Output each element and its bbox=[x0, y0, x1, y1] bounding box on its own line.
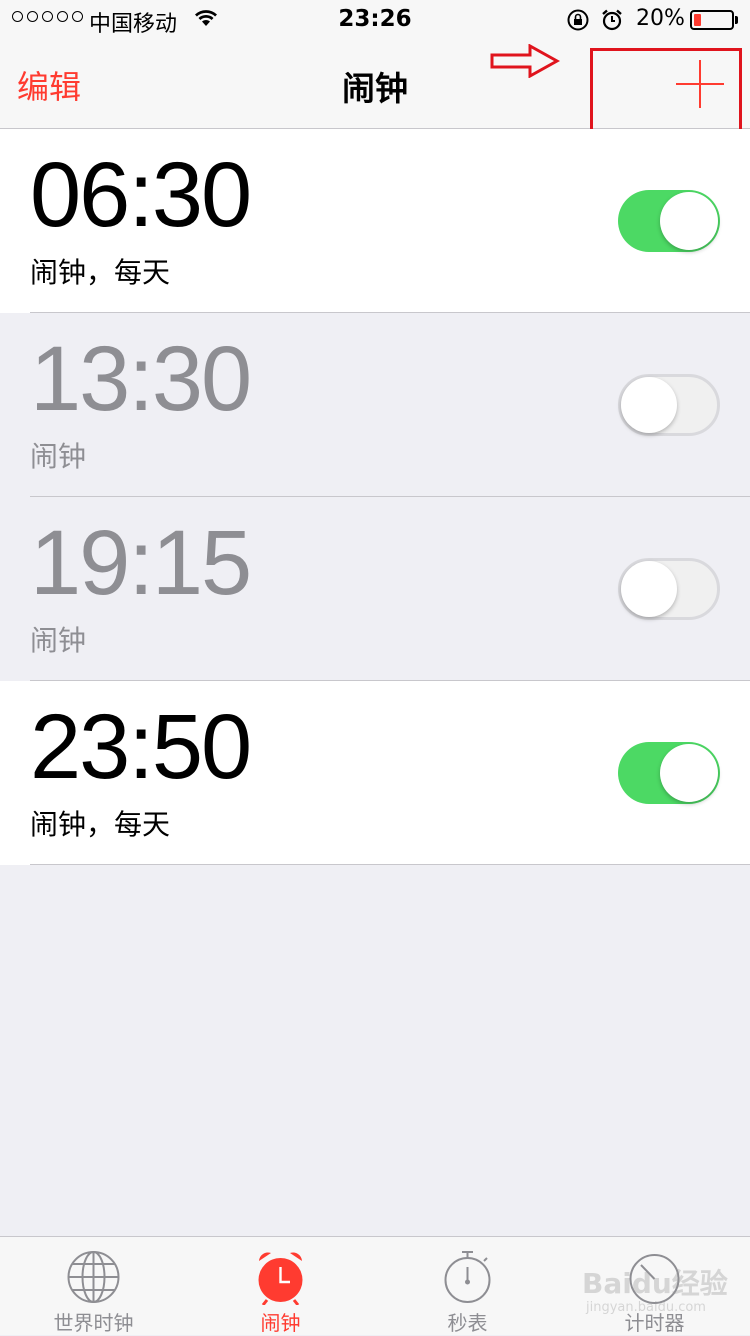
alarm-time: 19:15 bbox=[30, 512, 252, 614]
alarm-list: 06:30 闹钟，每天 13:30 闹钟 19:15 闹钟 23:50 闹钟，每… bbox=[0, 129, 750, 865]
tab-stopwatch[interactable]: 秒表 bbox=[374, 1237, 561, 1335]
watermark-url: jingyan.baidu.com bbox=[586, 1300, 706, 1315]
alarm-toggle[interactable] bbox=[618, 374, 720, 436]
alarm-label: 闹钟 bbox=[30, 624, 87, 657]
tab-label: 闹钟 bbox=[260, 1311, 301, 1335]
status-bar: 中国移动 23:26 20% bbox=[0, 0, 750, 40]
alarm-time: 13:30 bbox=[30, 328, 252, 430]
stopwatch-icon bbox=[444, 1251, 491, 1303]
battery-icon bbox=[690, 10, 734, 30]
tab-alarm[interactable]: 闹钟 bbox=[187, 1237, 374, 1335]
battery-percent: 20% bbox=[636, 6, 685, 31]
alarm-toggle[interactable] bbox=[618, 190, 720, 252]
alarm-row[interactable]: 13:30 闹钟 bbox=[0, 313, 750, 497]
rotation-lock-icon bbox=[567, 9, 589, 31]
alarm-row[interactable]: 23:50 闹钟，每天 bbox=[0, 681, 750, 865]
battery-cap bbox=[735, 16, 738, 24]
alarm-toggle[interactable] bbox=[618, 742, 720, 804]
toggle-knob bbox=[621, 377, 677, 433]
alarm-row[interactable]: 19:15 闹钟 bbox=[0, 497, 750, 681]
tab-label: 秒表 bbox=[447, 1311, 488, 1335]
alarm-toggle[interactable] bbox=[618, 558, 720, 620]
watermark-logo: Baidu经验 bbox=[582, 1267, 728, 1300]
annotation-arrow-icon bbox=[490, 44, 560, 78]
alarm-label: 闹钟，每天 bbox=[30, 808, 171, 841]
alarm-time: 23:50 bbox=[30, 696, 252, 798]
toggle-knob bbox=[621, 561, 677, 617]
alarm-label: 闹钟，每天 bbox=[30, 256, 171, 289]
tab-label: 世界时钟 bbox=[53, 1311, 134, 1335]
tab-world-clock[interactable]: 世界时钟 bbox=[0, 1237, 187, 1335]
alarm-time: 06:30 bbox=[30, 144, 252, 246]
alarm-status-icon bbox=[602, 9, 622, 31]
alarm-clock-icon bbox=[258, 1252, 303, 1305]
alarm-label: 闹钟 bbox=[30, 440, 87, 473]
toggle-knob bbox=[660, 744, 718, 802]
alarm-row[interactable]: 06:30 闹钟，每天 bbox=[0, 129, 750, 313]
globe-icon bbox=[67, 1251, 120, 1303]
toggle-knob bbox=[660, 192, 718, 250]
